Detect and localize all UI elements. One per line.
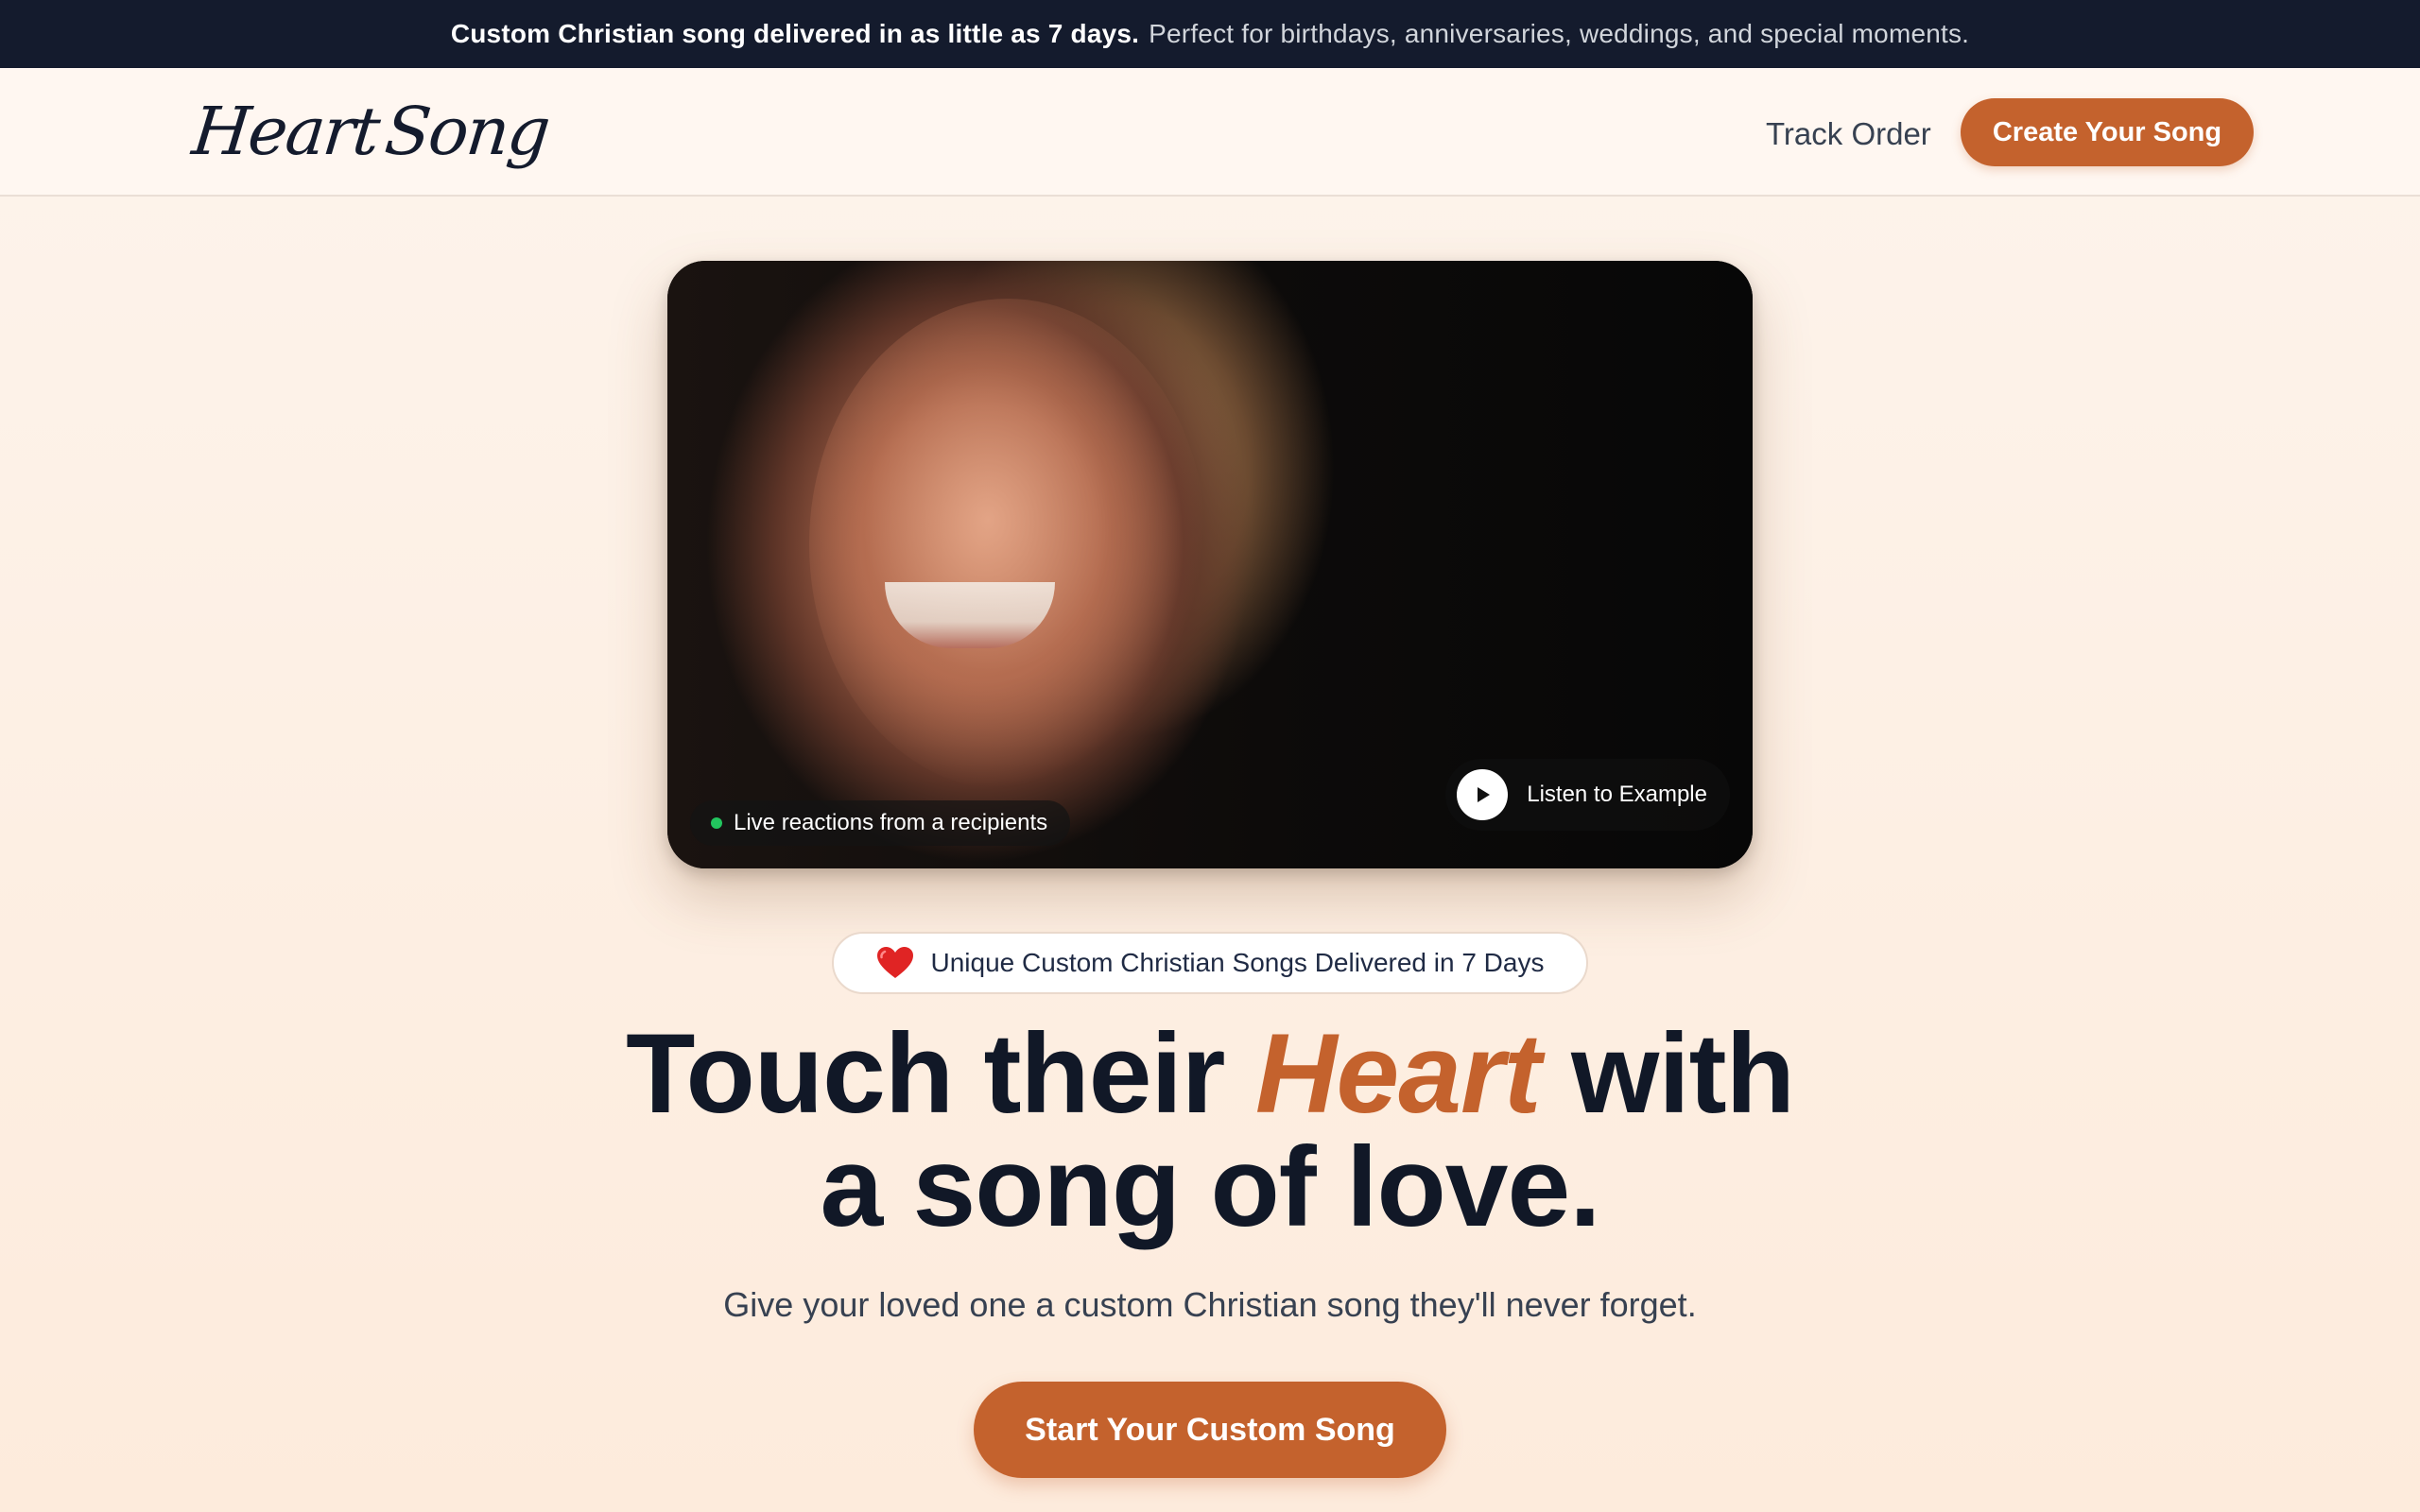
- play-icon[interactable]: [1457, 769, 1509, 820]
- live-dot-icon: [711, 817, 722, 829]
- announcement-strong: Custom Christian song delivered in as li…: [450, 19, 1140, 48]
- delivery-badge: Unique Custom Christian Songs Delivered …: [832, 932, 1588, 994]
- headline-accent: Heart: [1254, 1010, 1542, 1137]
- headline-part-1: Touch their: [626, 1010, 1255, 1137]
- hero-subheadline: Give your loved one a custom Christian s…: [723, 1285, 1697, 1324]
- logo-heart-text: Heart: [188, 93, 383, 170]
- create-your-song-button[interactable]: Create Your Song: [1961, 98, 2254, 166]
- logo-song-text: Song: [381, 93, 553, 170]
- video-face-illustration: [809, 299, 1206, 790]
- logo[interactable]: HeartSong: [188, 89, 552, 174]
- site-header: HeartSong Track Order Create Your Song: [0, 68, 2420, 197]
- announcement-rest: Perfect for birthdays, anniversaries, we…: [1149, 19, 1970, 48]
- reaction-video[interactable]: Live reactions from a recipients Listen …: [667, 261, 1753, 868]
- headline-line-1: Touch their Heart with: [265, 1017, 2155, 1130]
- listen-to-example-button[interactable]: Listen to Example: [1445, 759, 1730, 831]
- announcement-bar: Custom Christian song delivered in as li…: [0, 0, 2420, 68]
- live-reactions-label: Live reactions from a recipients: [734, 810, 1048, 835]
- headline-line-2: a song of love.: [820, 1124, 1600, 1250]
- delivery-badge-label: Unique Custom Christian Songs Delivered …: [930, 948, 1545, 977]
- heart-icon: [876, 946, 914, 980]
- live-reactions-pill: Live reactions from a recipients: [690, 800, 1071, 846]
- listen-to-example-label: Listen to Example: [1527, 782, 1707, 807]
- track-order-link[interactable]: Track Order: [1766, 110, 1931, 159]
- hero-headline: Touch their Heart with a song of love.: [265, 1017, 2155, 1244]
- start-custom-song-button[interactable]: Start Your Custom Song: [974, 1382, 1446, 1478]
- headline-part-2: with: [1540, 1010, 1795, 1137]
